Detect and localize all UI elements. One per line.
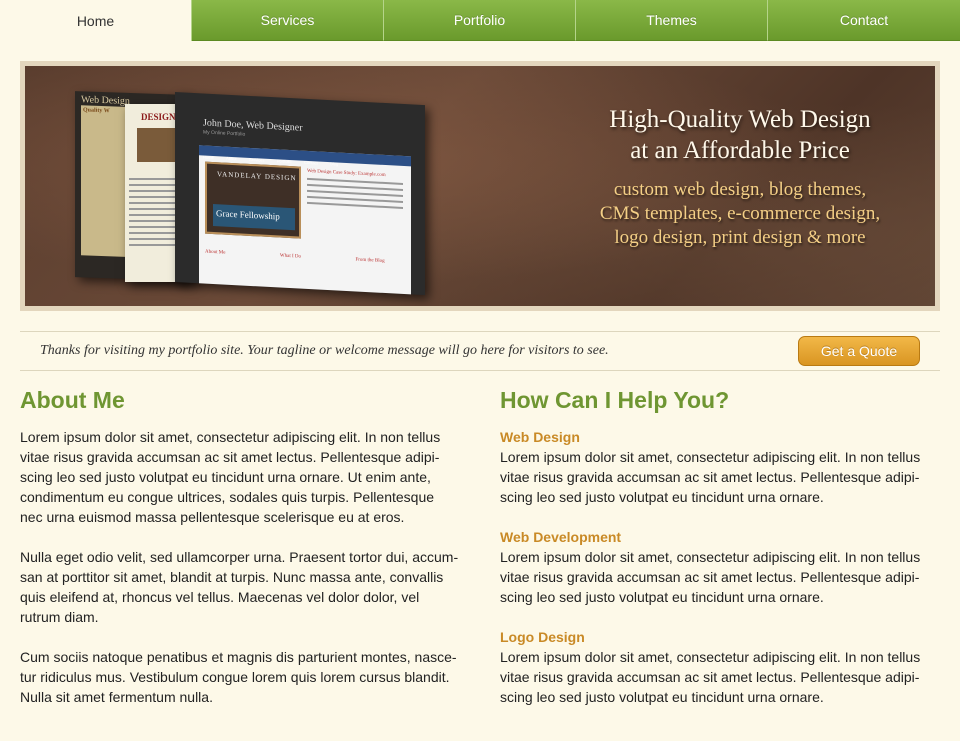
screenshot-3-nav-item: Contact [303, 159, 318, 166]
screenshot-3-nav-item: Services [249, 156, 265, 163]
screenshot-3-col-title: About Me [205, 249, 226, 256]
service-description: Lorem ipsum dolor sit amet, consectetur … [500, 549, 921, 605]
screenshot-3-col-title: From the Blog [355, 257, 385, 264]
screenshot-3-feature-caption: Grace Fellowship [213, 203, 295, 231]
service-web-design: Web Design Lorem ipsum dolor sit amet, c… [500, 427, 925, 507]
nav-item-home[interactable]: Home [0, 0, 192, 41]
hero-subtitle: custom web design, blog themes, CMS temp… [535, 178, 935, 250]
get-a-quote-button[interactable]: Get a Quote [798, 336, 920, 366]
hero-text: High-Quality Web Design at an Affordable… [535, 104, 935, 250]
help-heading: How Can I Help You? [500, 387, 730, 413]
screenshot-3-feature-title: VANDELAY DESIGN [217, 170, 297, 183]
screenshot-3-col-title: What I Do [279, 253, 301, 260]
screenshot-2-title: DESIGN [141, 112, 176, 122]
screenshot-3-feature: VANDELAY DESIGN Grace Fellowship [205, 161, 301, 239]
service-description: Lorem ipsum dolor sit amet, consectetur … [500, 449, 921, 505]
hero-title-line-2: at an Affordable Price [630, 137, 850, 164]
nav-item-contact[interactable]: Contact [768, 0, 960, 41]
hero-subtitle-line-1: custom web design, blog themes, [613, 179, 867, 200]
hero-title-line-1: High-Quality Web Design [609, 106, 871, 133]
nav-item-themes[interactable]: Themes [576, 0, 768, 41]
hero-banner: Web Design Quality W DESIGN John Doe, We… [25, 66, 935, 306]
hero-subtitle-line-2: CMS templates, e-commerce design, [599, 203, 881, 224]
about-paragraph: Nulla eget odio velit, sed ullamcorper u… [20, 549, 459, 625]
tagline-bar: Thanks for visiting my portfolio site. Y… [20, 331, 940, 371]
service-description: Lorem ipsum dolor sit amet, consectetur … [500, 649, 921, 705]
about-heading: About Me [20, 387, 125, 413]
service-web-development: Web Development Lorem ipsum dolor sit am… [500, 527, 925, 607]
service-logo-design: Logo Design Lorem ipsum dolor sit amet, … [500, 627, 925, 707]
screenshot-3-nav-item: Home [203, 154, 214, 161]
screenshot-3-subtitle: My Online Portfolio [203, 129, 246, 138]
service-title: Web Development [500, 529, 622, 545]
about-section: About Me Lorem ipsum dolor sit amet, con… [20, 386, 460, 727]
screenshot-2-image [137, 128, 177, 162]
screenshot-3-sidebar: Web Design Case Study: Example.com [307, 169, 403, 244]
help-section: How Can I Help You? Web Design Lorem ips… [500, 386, 925, 727]
screenshot-3-side-title: Web Design Case Study: Example.com [307, 168, 386, 179]
screenshot-1-tagline: Quality W [83, 107, 110, 115]
portfolio-screenshot-3: John Doe, Web Designer My Online Portfol… [175, 92, 425, 296]
service-title: Web Design [500, 429, 580, 445]
about-paragraph: Cum sociis natoque penatibus et magnis d… [20, 649, 457, 705]
tagline-text: Thanks for visiting my portfolio site. Y… [40, 343, 609, 358]
screenshot-3-nav-item: Blog [330, 161, 339, 167]
screenshot-1-panel [81, 105, 125, 257]
main-nav: Home Services Portfolio Themes Contact [0, 0, 960, 41]
hero-banner-frame: Web Design Quality W DESIGN John Doe, We… [20, 61, 940, 311]
about-paragraph: Lorem ipsum dolor sit amet, consectetur … [20, 429, 441, 525]
nav-item-services[interactable]: Services [192, 0, 384, 41]
hero-subtitle-line-3: logo design, print design & more [614, 227, 866, 248]
screenshot-3-nav-item: Portfolio [276, 158, 292, 165]
nav-item-portfolio[interactable]: Portfolio [384, 0, 576, 41]
screenshot-3-page: Home About Services Portfolio Contact Bl… [199, 145, 411, 295]
service-title: Logo Design [500, 629, 585, 645]
screenshot-3-columns: About Me What I Do From the Blog [205, 240, 405, 268]
screenshot-3-nav-item: About [226, 155, 237, 162]
